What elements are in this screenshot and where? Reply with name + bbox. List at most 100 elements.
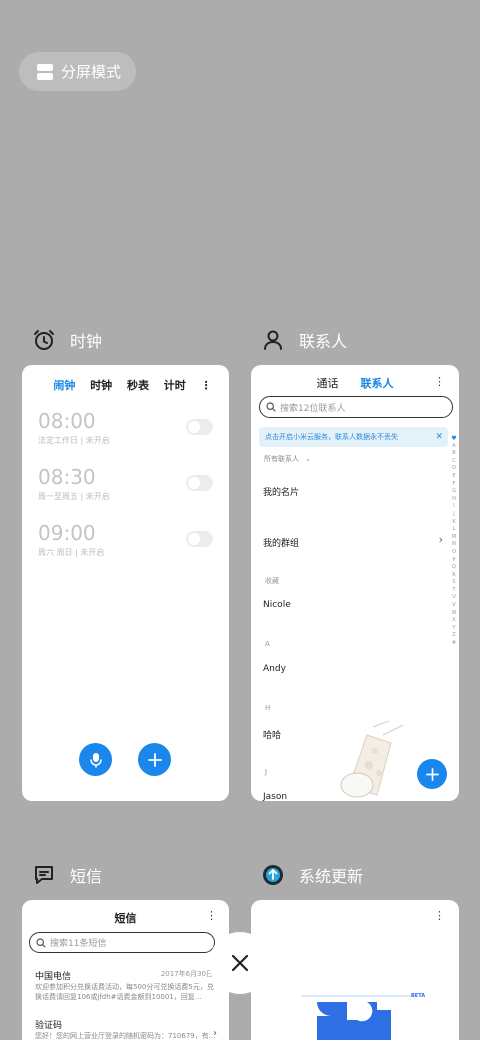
search-icon (36, 937, 46, 948)
more-menu-icon[interactable]: ⋮ (206, 909, 217, 922)
tab-alarm[interactable]: 闹钟 (53, 377, 75, 393)
index-letter[interactable]: E (452, 473, 455, 481)
index-letter[interactable]: T (452, 587, 455, 595)
message-thread[interactable]: 验证码 您好！您的网上营业厅登录的随机密码为：710679，有... › (35, 1018, 219, 1040)
index-letter[interactable]: U (452, 594, 456, 602)
section-header: 收藏 (265, 577, 279, 585)
contacts-tab-bar: 通话 联系人 (251, 365, 459, 395)
chevron-right-icon: › (213, 1028, 217, 1039)
add-alarm-button[interactable] (138, 743, 171, 776)
index-letter[interactable]: Z (452, 632, 455, 640)
contacts-app-label[interactable]: 联系人 (261, 328, 347, 352)
alarm-item[interactable]: 08:30 周一至周五 | 未开启 (38, 465, 213, 502)
contacts-card[interactable]: 通话 联系人 ⋮ 搜索12位联系人 点击开启小米云服务，联系人数据永不丢失 ✕ … (251, 365, 459, 801)
index-letter[interactable]: K (452, 519, 455, 527)
cloud-service-banner[interactable]: 点击开启小米云服务，联系人数据永不丢失 ✕ (259, 427, 448, 447)
banner-text: 点击开启小米云服务，联系人数据永不丢失 (265, 433, 398, 441)
contacts-filter[interactable]: 所有联系人 ⌄ (264, 454, 311, 464)
tab-calls[interactable]: 通话 (317, 375, 339, 395)
alarm-repeat: 法定工作日 | 未开启 (38, 436, 110, 445)
update-app-name: 系统更新 (299, 867, 364, 886)
sms-search-input[interactable]: 搜索11条短信 (29, 932, 215, 953)
index-letter[interactable]: O (452, 549, 456, 557)
clock-tab-bar: 闹钟 时钟 秒表 计时 ⋮ (22, 365, 229, 397)
index-letter[interactable]: J (453, 511, 454, 519)
index-letter[interactable]: C (452, 458, 456, 466)
update-app-label[interactable]: 系统更新 (261, 863, 363, 887)
more-menu-icon[interactable]: ⋮ (434, 909, 445, 922)
contact-row[interactable]: Andy (263, 664, 286, 674)
index-letter[interactable]: M (452, 534, 456, 542)
tab-stopwatch[interactable]: 秒表 (127, 377, 149, 393)
update-card[interactable]: ⋮ BETA (251, 900, 459, 1040)
index-letter[interactable]: W (452, 610, 457, 618)
tab-timer[interactable]: 计时 (164, 377, 186, 393)
section-header: J (265, 768, 268, 776)
plus-icon (147, 752, 162, 767)
message-preview: 欢迎参加积分兑换话费活动，每500分可兑换话费5元，兑换话费请回复106或jfd… (35, 983, 214, 1001)
alarm-repeat: 周六 周日 | 未开启 (38, 548, 105, 557)
voice-alarm-button[interactable] (79, 743, 112, 776)
sms-app-label[interactable]: 短信 (32, 863, 102, 887)
index-letter[interactable]: F (453, 481, 456, 489)
alarm-toggle[interactable] (186, 419, 213, 435)
contact-row[interactable]: 哈哈 (263, 728, 281, 741)
beta-badge: BETA (411, 993, 426, 999)
more-menu-icon[interactable]: ⋮ (434, 375, 445, 388)
message-thread[interactable]: 中国电信 2017年6月30日 欢迎参加积分兑换话费活动，每500分可兑换话费5… (35, 969, 219, 1002)
alarm-toggle[interactable] (186, 531, 213, 547)
sms-title: 短信 (114, 912, 137, 925)
index-letter[interactable]: B (452, 450, 455, 458)
clear-all-button[interactable] (209, 932, 271, 994)
index-letter[interactable]: Q (452, 564, 456, 572)
favorites-heart-icon[interactable]: ♥ (451, 435, 456, 443)
index-letter[interactable]: V (452, 602, 455, 610)
split-screen-button[interactable]: 分屏模式 (19, 52, 136, 91)
index-letter[interactable]: G (452, 488, 456, 496)
index-letter[interactable]: I (453, 503, 454, 511)
sms-app-name: 短信 (70, 867, 103, 886)
more-menu-icon[interactable]: ⋮ (201, 379, 212, 392)
index-letter[interactable]: R (452, 572, 455, 580)
index-letter[interactable]: A (452, 443, 455, 451)
tab-clock[interactable]: 时钟 (90, 377, 112, 393)
index-letter[interactable]: S (452, 579, 455, 587)
message-preview: 您好！您的网上营业厅登录的随机密码为：710679，有... (35, 1032, 216, 1040)
add-contact-button[interactable] (417, 759, 447, 789)
search-placeholder: 搜索12位联系人 (280, 403, 346, 414)
clock-app-name: 时钟 (70, 332, 103, 351)
person-icon (264, 330, 282, 350)
index-letter[interactable]: X (452, 617, 455, 625)
index-letter[interactable]: D (452, 465, 456, 473)
close-banner-icon[interactable]: ✕ (435, 432, 443, 442)
contact-row[interactable]: Nicole (263, 600, 291, 610)
sms-card[interactable]: 短信 ⋮ 搜索11条短信 中国电信 2017年6月30日 欢迎参加积分兑换话费活… (22, 900, 229, 1040)
alphabet-index[interactable]: ♥ A B C D E F G H I J K L M N O P Q R S … (451, 435, 457, 648)
index-letter[interactable]: Y (452, 625, 455, 633)
clock-app-label[interactable]: 时钟 (32, 328, 102, 352)
split-screen-icon (37, 63, 53, 80)
filter-label: 所有联系人 (264, 455, 299, 463)
contacts-search-input[interactable]: 搜索12位联系人 (259, 396, 453, 418)
decorative-illustration (340, 720, 404, 798)
my-groups-row[interactable]: 我的群组 (263, 536, 299, 549)
search-icon (266, 402, 276, 412)
clock-card[interactable]: 闹钟 时钟 秒表 计时 ⋮ 08:00 法定工作日 | 未开启 08:30 周一… (22, 365, 229, 801)
my-card-row[interactable]: 我的名片 (263, 485, 299, 498)
alarm-toggle[interactable] (186, 475, 213, 491)
message-icon (35, 866, 53, 884)
index-letter[interactable]: H (452, 496, 456, 504)
index-letter[interactable]: P (452, 557, 455, 565)
tab-contacts[interactable]: 联系人 (361, 375, 394, 395)
update-illustration (301, 995, 413, 1040)
index-letter[interactable]: N (452, 541, 456, 549)
alarm-item[interactable]: 09:00 周六 周日 | 未开启 (38, 521, 213, 558)
chevron-down-icon: ⌄ (305, 455, 312, 463)
microphone-icon (89, 752, 102, 768)
index-letter[interactable]: # (452, 640, 456, 648)
contact-row[interactable]: Jason (263, 792, 287, 801)
section-header: A (265, 640, 270, 648)
alarm-item[interactable]: 08:00 法定工作日 | 未开启 (38, 409, 213, 446)
plus-icon (425, 767, 439, 781)
index-letter[interactable]: L (453, 526, 456, 534)
